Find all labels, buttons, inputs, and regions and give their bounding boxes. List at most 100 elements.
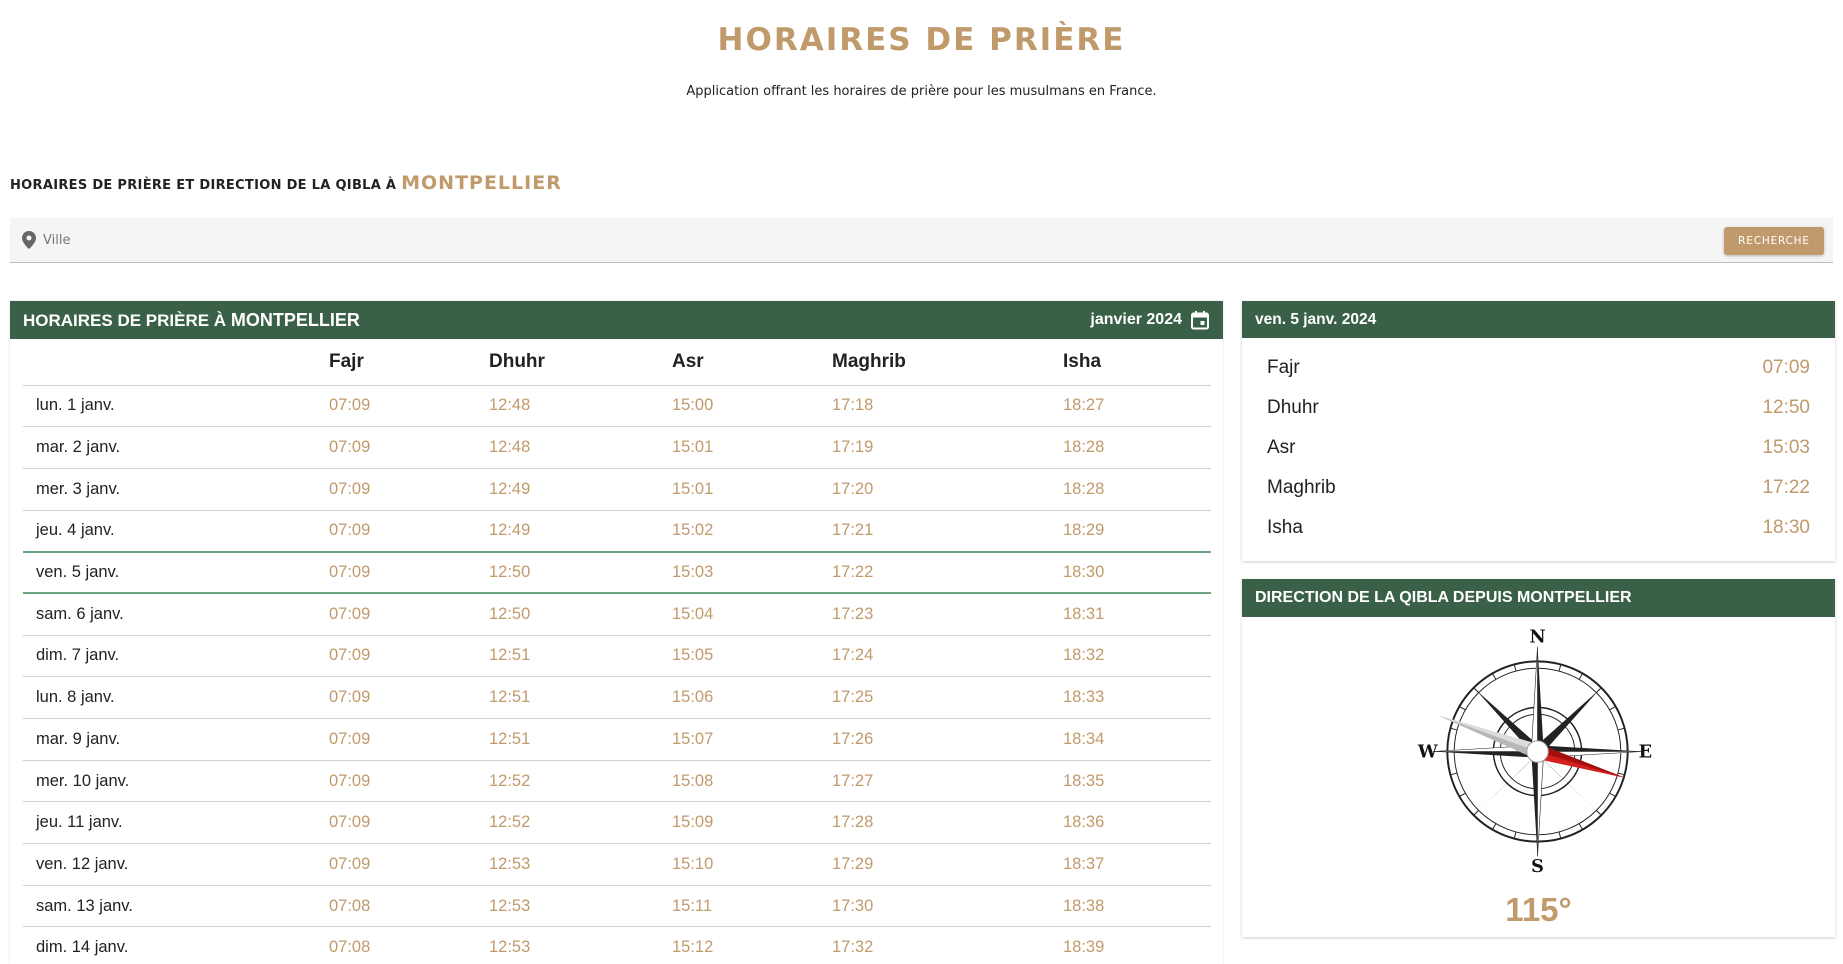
table-header-row: Fajr Dhuhr Asr Maghrib Isha xyxy=(23,339,1211,386)
row-day: sam. 6 janv. xyxy=(23,593,329,636)
column-header-maghrib: Maghrib xyxy=(832,339,1063,386)
row-time-isha: 18:33 xyxy=(1063,676,1211,719)
monthly-times-card: HORAIRES DE PRIÈRE À MONTPELLIER janvier… xyxy=(10,301,1223,964)
row-time-isha: 18:37 xyxy=(1063,843,1211,886)
row-time-fajr: 07:09 xyxy=(329,510,489,553)
today-date-header: ven. 5 janv. 2024 xyxy=(1242,301,1835,338)
column-header-fajr: Fajr xyxy=(329,339,489,386)
row-day: mar. 9 janv. xyxy=(23,718,329,761)
table-row: ven. 5 janv. 07:09 12:50 15:03 17:22 18:30 xyxy=(23,550,1211,595)
table-row: dim. 7 janv. 07:09 12:51 15:05 17:24 18:32 xyxy=(23,635,1211,678)
today-prayer-list: Fajr 07:09 Dhuhr 12:50 Asr 15:03 Maghrib 17:22 I… xyxy=(1242,338,1835,548)
column-header-day xyxy=(23,339,329,386)
row-time-isha: 18:34 xyxy=(1063,718,1211,761)
row-time-maghrib: 17:21 xyxy=(832,510,1063,553)
row-time-asr: 15:09 xyxy=(672,801,832,845)
today-prayer-item: Maghrib 17:22 xyxy=(1267,468,1810,508)
row-time-maghrib: 17:28 xyxy=(832,801,1063,845)
table-row: ven. 12 janv. 07:09 12:53 15:10 17:29 18:37 xyxy=(23,843,1211,886)
compass-east-label: E xyxy=(1639,741,1652,762)
row-time-maghrib: 17:19 xyxy=(832,426,1063,469)
search-bar: RECHERCHE xyxy=(10,218,1833,263)
table-row: sam. 6 janv. 07:09 12:50 15:04 17:23 18:31 xyxy=(23,593,1211,636)
today-prayer-item: Fajr 07:09 xyxy=(1267,348,1810,388)
table-body: lun. 1 janv. 07:09 12:48 15:00 17:18 18:27 mar… xyxy=(23,385,1211,964)
today-prayer-time: 07:09 xyxy=(1762,357,1810,378)
row-day: jeu. 4 janv. xyxy=(23,510,329,553)
row-time-maghrib: 17:22 xyxy=(832,550,1063,595)
row-time-isha: 18:38 xyxy=(1063,885,1211,928)
column-header-dhuhr: Dhuhr xyxy=(489,339,672,386)
row-time-dhuhr: 12:53 xyxy=(489,843,672,886)
monthly-times-title: HORAIRES DE PRIÈRE À MONTPELLIER xyxy=(23,310,360,331)
today-prayer-time: 15:03 xyxy=(1762,437,1810,458)
row-time-asr: 15:07 xyxy=(672,718,832,761)
row-time-isha: 18:27 xyxy=(1063,385,1211,428)
row-day: mar. 2 janv. xyxy=(23,426,329,469)
section-heading-city: MONTPELLIER xyxy=(401,172,562,194)
table-row: mer. 10 janv. 07:09 12:52 15:08 17:27 18:35 xyxy=(23,760,1211,803)
table-row: mar. 9 janv. 07:09 12:51 15:07 17:26 18:34 xyxy=(23,718,1211,761)
row-time-isha: 18:35 xyxy=(1063,760,1211,803)
row-time-maghrib: 17:32 xyxy=(832,926,1063,964)
calendar-icon[interactable] xyxy=(1190,310,1210,330)
row-time-fajr: 07:09 xyxy=(329,593,489,636)
column-header-isha: Isha xyxy=(1063,339,1211,386)
row-time-maghrib: 17:26 xyxy=(832,718,1063,761)
row-time-asr: 15:00 xyxy=(672,385,832,428)
today-times-card: ven. 5 janv. 2024 Fajr 07:09 Dhuhr 12:50 Asr… xyxy=(1242,301,1835,561)
row-time-dhuhr: 12:51 xyxy=(489,718,672,761)
search-button[interactable]: RECHERCHE xyxy=(1724,227,1824,255)
row-time-dhuhr: 12:53 xyxy=(489,926,672,964)
row-time-fajr: 07:09 xyxy=(329,760,489,803)
section-heading: HORAIRES DE PRIÈRE ET DIRECTION DE LA QI… xyxy=(10,172,562,194)
row-time-maghrib: 17:20 xyxy=(832,468,1063,511)
compass-west-label: W xyxy=(1417,741,1438,762)
today-prayer-time: 17:22 xyxy=(1762,477,1810,498)
table-row: mar. 2 janv. 07:09 12:48 15:01 17:19 18:28 xyxy=(23,426,1211,469)
row-time-asr: 15:10 xyxy=(672,843,832,886)
page-subtitle: Application offrant les horaires de priè… xyxy=(686,84,1157,99)
row-time-maghrib: 17:29 xyxy=(832,843,1063,886)
qibla-title: DIRECTION DE LA QIBLA DEPUIS MONTPELLIER xyxy=(1255,589,1632,606)
row-day: dim. 14 janv. xyxy=(23,926,329,964)
row-time-dhuhr: 12:50 xyxy=(489,550,672,595)
row-time-isha: 18:29 xyxy=(1063,510,1211,553)
row-time-asr: 15:02 xyxy=(672,510,832,553)
row-time-isha: 18:36 xyxy=(1063,801,1211,845)
row-time-asr: 15:11 xyxy=(672,885,832,928)
monthly-times-title-city: MONTPELLIER xyxy=(230,309,360,330)
row-time-asr: 15:05 xyxy=(672,635,832,678)
row-time-asr: 15:04 xyxy=(672,593,832,636)
row-time-dhuhr: 12:51 xyxy=(489,676,672,719)
row-time-isha: 18:39 xyxy=(1063,926,1211,964)
row-time-dhuhr: 12:49 xyxy=(489,510,672,553)
city-search-input[interactable] xyxy=(43,226,1643,254)
row-time-fajr: 07:09 xyxy=(329,635,489,678)
row-time-asr: 15:06 xyxy=(672,676,832,719)
row-time-fajr: 07:09 xyxy=(329,676,489,719)
row-day: jeu. 11 janv. xyxy=(23,801,329,845)
today-prayer-time: 12:50 xyxy=(1762,397,1810,418)
row-time-maghrib: 17:18 xyxy=(832,385,1063,428)
monthly-times-title-prefix: HORAIRES DE PRIÈRE À xyxy=(23,310,227,330)
month-picker[interactable]: janvier 2024 xyxy=(1090,310,1210,330)
row-time-fajr: 07:09 xyxy=(329,468,489,511)
monthly-times-header: HORAIRES DE PRIÈRE À MONTPELLIER janvier… xyxy=(10,301,1223,339)
row-day: ven. 5 janv. xyxy=(23,550,329,595)
section-heading-prefix: HORAIRES DE PRIÈRE ET DIRECTION DE LA QI… xyxy=(10,178,397,193)
row-time-fajr: 07:09 xyxy=(329,718,489,761)
row-time-dhuhr: 12:53 xyxy=(489,885,672,928)
row-time-fajr: 07:09 xyxy=(329,843,489,886)
row-time-fajr: 07:09 xyxy=(329,426,489,469)
compass-icon: N S E W xyxy=(1417,629,1652,874)
compass-south-label: S xyxy=(1531,856,1544,874)
qibla-header: DIRECTION DE LA QIBLA DEPUIS MONTPELLIER xyxy=(1242,579,1835,617)
row-time-asr: 15:12 xyxy=(672,926,832,964)
table-row: lun. 1 janv. 07:09 12:48 15:00 17:18 18:27 xyxy=(23,385,1211,428)
prayer-times-table: Fajr Dhuhr Asr Maghrib Isha lun. 1 janv.… xyxy=(23,339,1211,964)
row-day: mer. 3 janv. xyxy=(23,468,329,511)
row-day: lun. 1 janv. xyxy=(23,385,329,428)
today-prayer-name: Dhuhr xyxy=(1267,397,1319,418)
row-time-asr: 15:01 xyxy=(672,468,832,511)
